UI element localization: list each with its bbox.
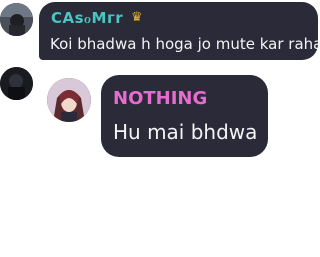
author-name[interactable]: NOTHING <box>113 88 207 109</box>
reply-avatar[interactable] <box>47 78 91 122</box>
message-text: Hu mai bhdwa <box>113 120 258 144</box>
crown-icon: ♛ <box>131 10 143 25</box>
avatar-image <box>47 78 91 122</box>
user-avatar[interactable] <box>0 67 33 100</box>
message-text: Koi bhadwa h hoga jo mute kar raha <box>50 35 320 53</box>
author-name[interactable]: CAsℴMгr <box>51 9 123 27</box>
avatar-image <box>0 67 33 100</box>
avatar-image <box>0 3 33 36</box>
message-bubble: CAsℴMгr ♛ Koi bhadwa h hoga jo mute kar … <box>39 2 320 60</box>
user-avatar[interactable] <box>0 3 33 36</box>
message-bubble: NOTHING Hu mai bhdwa <box>101 75 268 157</box>
